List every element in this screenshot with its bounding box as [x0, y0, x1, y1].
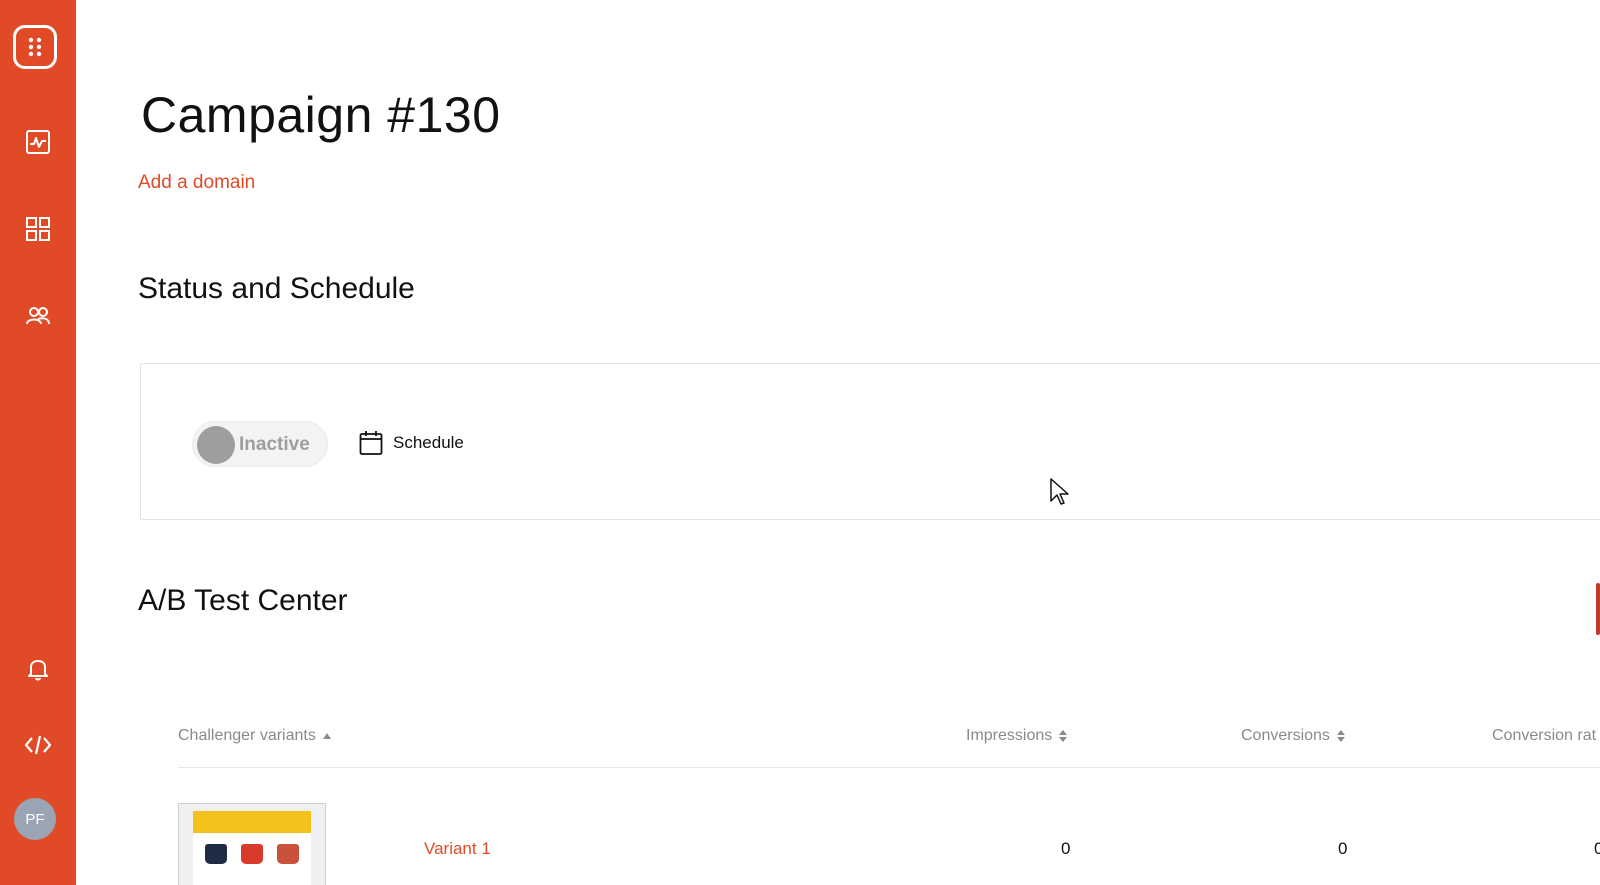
audience-nav-button[interactable] — [14, 292, 62, 340]
sidebar: PF — [0, 0, 76, 885]
column-header-label: Challenger variants — [178, 727, 316, 744]
analytics-nav-button[interactable] — [14, 118, 62, 166]
mouse-cursor-icon — [1050, 478, 1069, 505]
variant-link[interactable]: Variant 1 — [424, 839, 491, 859]
column-header-conversion-rate[interactable]: Conversion rat — [1492, 727, 1596, 745]
column-header-challenger-variants[interactable]: Challenger variants — [178, 727, 332, 745]
column-header-conversions[interactable]: Conversions — [1241, 727, 1346, 745]
column-header-impressions[interactable]: Impressions — [966, 727, 1068, 745]
app-logo-icon[interactable] — [13, 25, 57, 69]
column-header-label: Conversion rat — [1492, 727, 1597, 744]
code-icon — [24, 735, 52, 755]
status-card: Inactive Schedule — [140, 363, 1600, 520]
add-domain-link[interactable]: Add a domain — [138, 172, 255, 194]
user-avatar[interactable]: PF — [14, 798, 56, 840]
calendar-icon — [359, 431, 383, 455]
table-divider — [178, 767, 1600, 768]
users-icon — [26, 307, 50, 325]
schedule-label: Schedule — [393, 433, 464, 452]
main-content: Campaign #130 Add a domain Status and Sc… — [76, 0, 1600, 885]
campaigns-nav-button[interactable] — [14, 205, 62, 253]
column-header-label: Impressions — [966, 727, 1053, 744]
toggle-knob — [197, 426, 235, 464]
toggle-label: Inactive — [239, 434, 310, 455]
add-variant-button-edge[interactable] — [1596, 583, 1600, 635]
conversions-value: 0 — [1338, 839, 1348, 858]
status-toggle[interactable]: Inactive — [192, 421, 328, 467]
ab-test-section-title: A/B Test Center — [138, 584, 348, 617]
conversion-rate-value: 0 — [1594, 839, 1600, 858]
code-embed-button[interactable] — [14, 721, 62, 769]
notifications-button[interactable] — [14, 645, 62, 693]
grid-icon — [26, 217, 50, 241]
analytics-icon — [26, 130, 50, 154]
status-section-title: Status and Schedule — [138, 272, 415, 305]
sort-icon — [1336, 730, 1345, 742]
sort-icon — [1059, 730, 1068, 742]
impressions-value: 0 — [1061, 839, 1071, 858]
column-header-label: Conversions — [1241, 727, 1330, 744]
bell-icon — [28, 660, 48, 681]
sort-asc-icon — [322, 733, 331, 739]
variant-thumbnail[interactable] — [178, 803, 326, 885]
avatar-initials: PF — [25, 810, 45, 828]
page-title: Campaign #130 — [141, 87, 501, 143]
schedule-button[interactable]: Schedule — [359, 428, 464, 458]
